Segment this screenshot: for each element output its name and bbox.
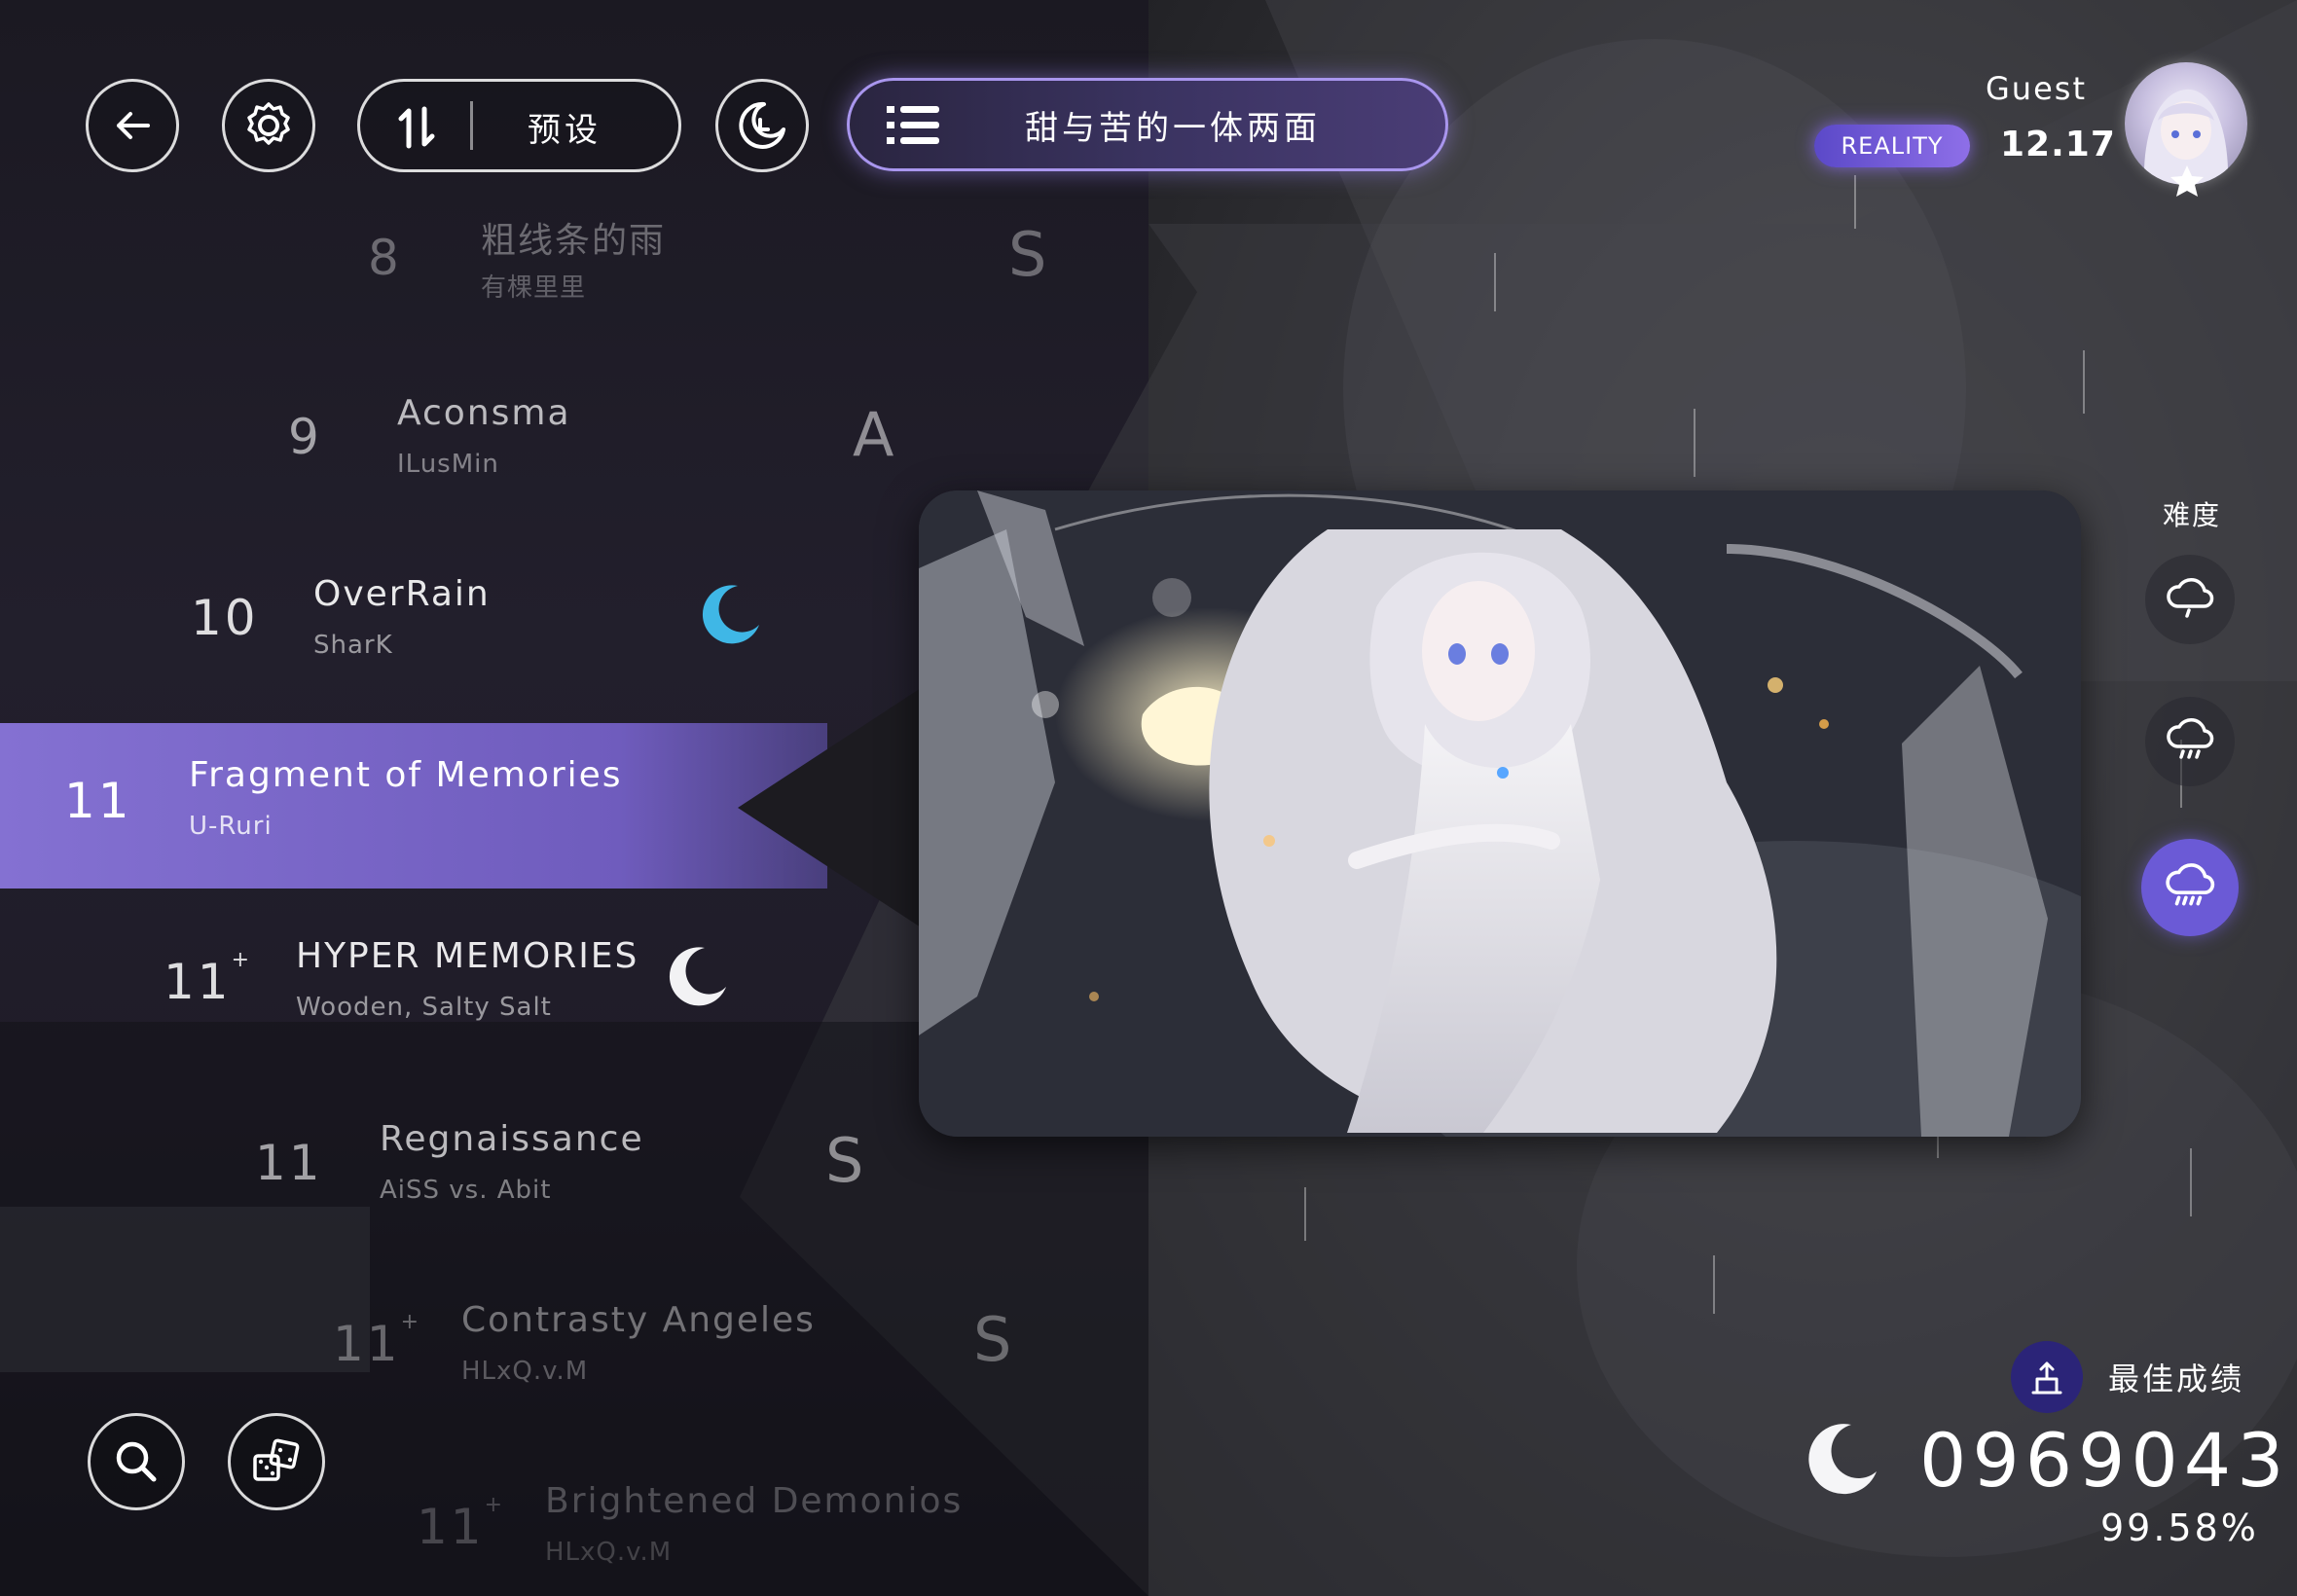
sort-button[interactable]: 预设 (357, 79, 681, 172)
search-button[interactable] (88, 1413, 185, 1510)
best-score-label: 最佳成绩 (2108, 1360, 2245, 1397)
song-level: 11 (64, 773, 132, 829)
sort-label: 预设 (528, 111, 602, 150)
song-rank: A (853, 399, 894, 470)
player-rating: 12.17 (2000, 125, 2116, 164)
song-artist: AiSS vs. Abit (380, 1176, 552, 1205)
difficulty-storm-button[interactable] (2141, 839, 2239, 936)
song-artist: SharK (313, 631, 393, 660)
player-name: Guest (1986, 70, 2087, 107)
song-jacket[interactable] (919, 490, 2081, 1137)
song-level: 11+ (417, 1493, 506, 1555)
moon-clock-icon (739, 101, 785, 149)
song-title: 粗线条的雨 (481, 221, 667, 261)
sort-icon (398, 106, 435, 149)
trophy-icon (2031, 1361, 2062, 1395)
gear-icon (247, 102, 290, 145)
song-artist: HLxQ.v.M (545, 1538, 673, 1567)
search-icon (116, 1441, 157, 1482)
best-accuracy: 99.58% (2100, 1506, 2259, 1549)
jacket-artwork (919, 490, 2081, 1137)
song-artist: 有棵里里 (481, 273, 587, 303)
sort-divider (470, 101, 473, 150)
song-artist: U-Ruri (189, 812, 273, 841)
best-score-icon-badge (2011, 1341, 2083, 1413)
cloud-rain-icon (2167, 718, 2214, 759)
song-level: 11+ (333, 1310, 422, 1372)
crescent-moon-icon (1808, 1424, 1877, 1495)
song-level: 11 (255, 1135, 323, 1191)
list-icon (887, 106, 939, 144)
back-arrow-icon (117, 112, 150, 139)
difficulty-rain-button[interactable] (2145, 697, 2235, 786)
star-icon (2170, 165, 2204, 197)
difficulty-label: 难度 (2163, 499, 2222, 531)
song-artist: Wooden, Salty Salt (296, 993, 552, 1022)
song-title: HYPER MEMORIES (296, 936, 639, 976)
song-rank: S (1008, 219, 1047, 290)
song-title: Aconsma (397, 393, 571, 433)
back-button[interactable] (86, 79, 179, 172)
song-level: 11+ (164, 948, 253, 1010)
cloud-storm-icon (2166, 863, 2215, 906)
difficulty-drizzle-button[interactable] (2145, 555, 2235, 644)
song-title: Brightened Demonios (545, 1481, 964, 1521)
reality-badge: REALITY (1814, 125, 1970, 167)
crescent-moon-icon (669, 947, 726, 1006)
collection-title: 甜与苦的一体两面 (1025, 109, 1321, 148)
random-button[interactable] (228, 1413, 325, 1510)
collection-selector[interactable]: 甜与苦的一体两面 (847, 78, 1448, 171)
dice-icon (253, 1438, 300, 1481)
song-artist: HLxQ.v.M (461, 1357, 589, 1386)
settings-button[interactable] (222, 79, 315, 172)
song-level: 9 (288, 409, 322, 465)
song-level: 10 (191, 590, 259, 646)
song-title: Regnaissance (380, 1119, 644, 1159)
song-rank: S (825, 1125, 864, 1196)
song-rank: S (973, 1304, 1012, 1375)
best-score-value: 0969043 (1919, 1417, 2290, 1504)
song-title: OverRain (313, 574, 491, 614)
song-artist: ILusMin (397, 450, 499, 479)
mood-filter-button[interactable] (715, 79, 809, 172)
song-title: Contrasty Angeles (461, 1300, 816, 1340)
crescent-moon-icon (702, 585, 759, 644)
cloud-drizzle-icon (2167, 578, 2214, 618)
reality-badge-label: REALITY (1841, 132, 1944, 160)
song-title: Fragment of Memories (189, 755, 623, 795)
song-level: 8 (368, 230, 402, 286)
